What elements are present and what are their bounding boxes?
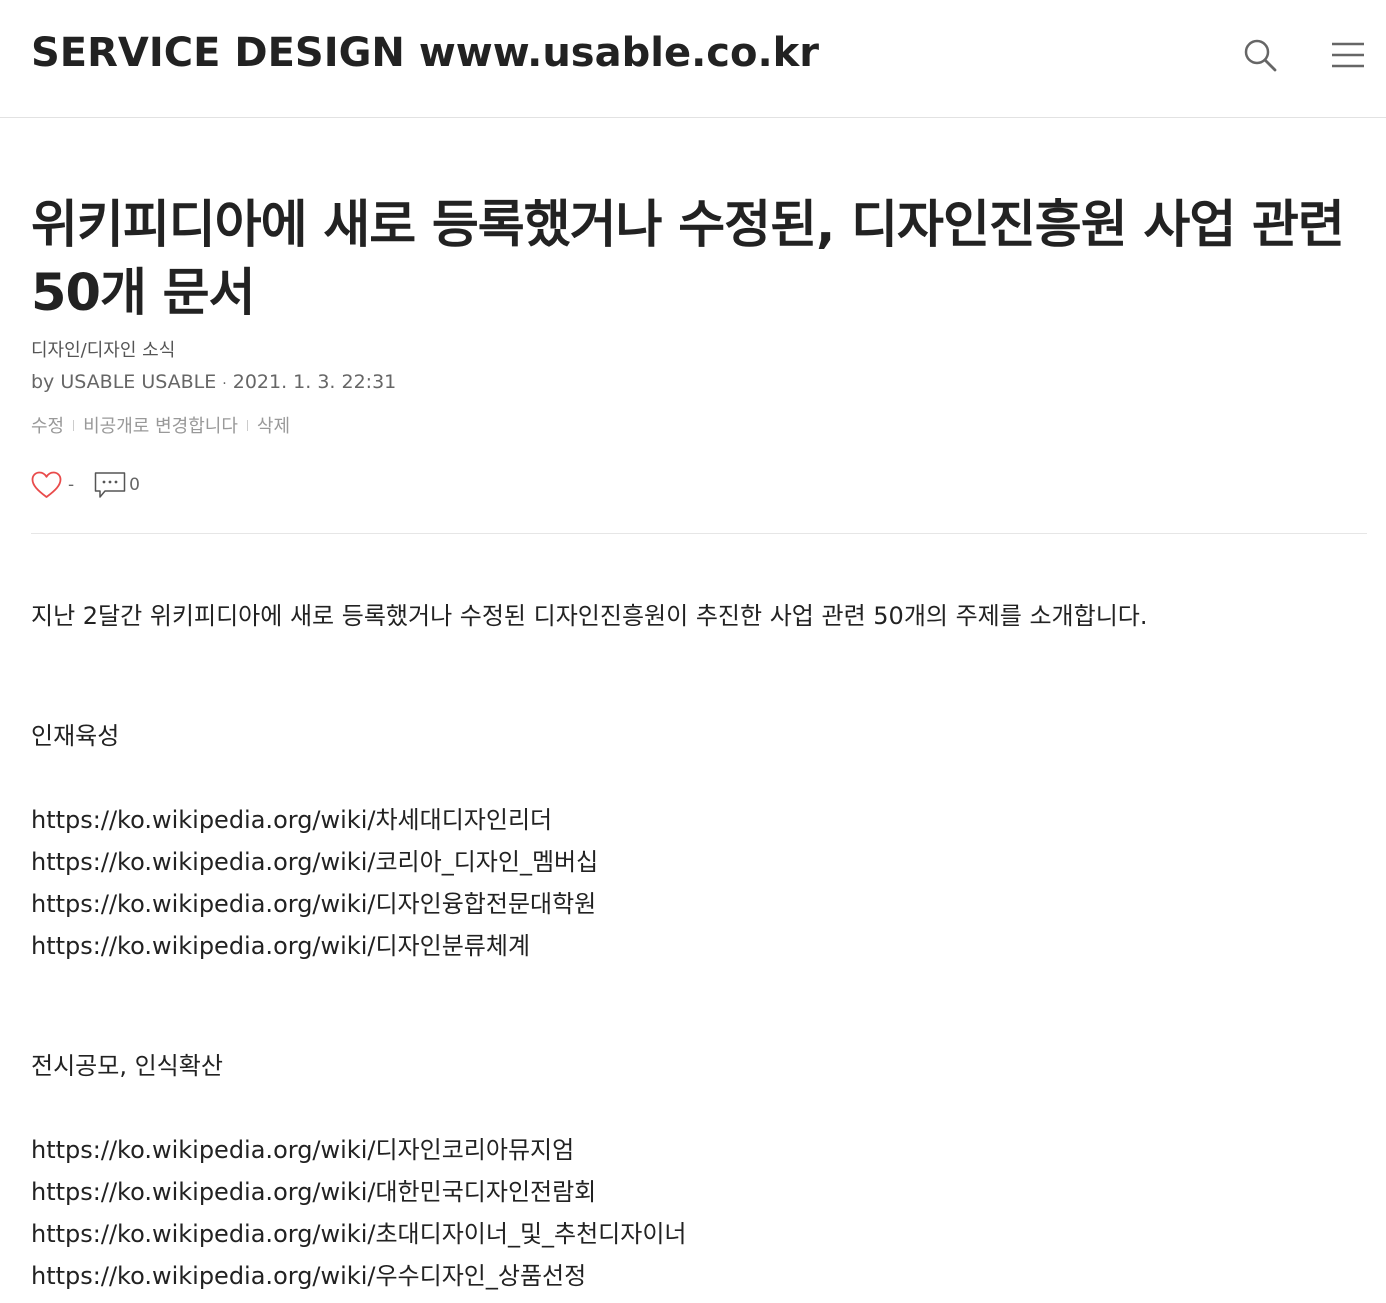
search-icon [1244,39,1277,72]
site-header: SERVICE DESIGN www.usable.co.kr [0,0,1386,118]
meta-separator: · [222,376,227,392]
intro-paragraph: 지난 2달간 위키피디아에 새로 등록했거나 수정된 디자인진흥원이 추진한 사… [31,602,1148,630]
post-reactions: - 0 [31,468,140,502]
link-list: https://ko.wikipedia.org/wiki/차세대디자인리더 h… [31,799,598,967]
wiki-link[interactable]: https://ko.wikipedia.org/wiki/대한민국디자인전람회 [31,1171,687,1213]
wiki-link[interactable]: https://ko.wikipedia.org/wiki/디자인코리아뮤지엄 [31,1129,687,1171]
comment-count: 0 [129,475,140,495]
wiki-link[interactable]: https://ko.wikipedia.org/wiki/디자인융합전문대학원 [31,883,598,925]
comment-button[interactable]: 0 [94,471,140,499]
post-date: 2021. 1. 3. 22:31 [232,371,397,393]
delete-link[interactable]: 삭제 [257,412,290,438]
section-heading: 전시공모, 인식확산 [31,1052,223,1080]
admin-divider [73,419,75,431]
hamburger-menu-icon [1332,42,1364,68]
admin-divider [246,419,248,431]
post-admin-actions: 수정 비공개로 변경합니다 삭제 [31,412,290,438]
wiki-link[interactable]: https://ko.wikipedia.org/wiki/코리아_디자인_멤버… [31,841,598,883]
heart-icon [31,471,62,498]
site-title-link[interactable]: SERVICE DESIGN www.usable.co.kr [31,30,819,76]
like-button[interactable]: - [31,471,74,499]
like-count: - [68,475,75,495]
wiki-link[interactable]: https://ko.wikipedia.org/wiki/우수디자인_상품선정 [31,1255,687,1297]
content-divider [31,533,1367,534]
section-heading: 인재육성 [31,722,120,750]
menu-button[interactable] [1327,35,1369,75]
post-meta: by USABLE USABLE · 2021. 1. 3. 22:31 [31,371,396,393]
search-button[interactable] [1240,35,1280,75]
wiki-link[interactable]: https://ko.wikipedia.org/wiki/디자인분류체계 [31,925,598,967]
wiki-link[interactable]: https://ko.wikipedia.org/wiki/초대디자이너_및_추… [31,1213,687,1255]
make-private-link[interactable]: 비공개로 변경합니다 [83,412,238,438]
post-title: 위키피디아에 새로 등록했거나 수정된, 디자인진흥원 사업 관련 50개 문서 [31,196,1345,323]
post-author: by USABLE USABLE [31,371,217,393]
post-category-link[interactable]: 디자인/디자인 소식 [31,336,175,362]
comment-icon [94,472,126,498]
wiki-link[interactable]: https://ko.wikipedia.org/wiki/차세대디자인리더 [31,799,598,841]
link-list: https://ko.wikipedia.org/wiki/디자인코리아뮤지엄 … [31,1129,687,1297]
edit-link[interactable]: 수정 [31,412,64,438]
